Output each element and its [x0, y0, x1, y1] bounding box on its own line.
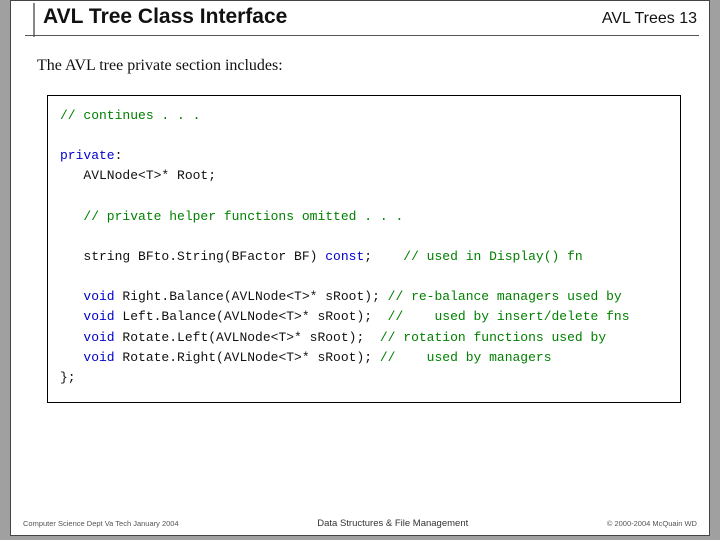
code-comment: // used in Display() fn — [372, 249, 583, 264]
code-comment: // used by managers — [372, 350, 551, 365]
code-comment: // re-balance managers used by — [380, 289, 622, 304]
code-text: ; — [364, 249, 372, 264]
code-text: Rotate.Left(AVLNode<T>* sRoot); — [115, 330, 372, 345]
code-text: Right.Balance(AVLNode<T>* sRoot); — [115, 289, 380, 304]
code-comment: // continues . . . — [60, 108, 200, 123]
code-text: AVLNode<T>* Root; — [60, 168, 216, 183]
code-text: : — [115, 148, 123, 163]
code-comment: // rotation functions used by — [372, 330, 606, 345]
code-keyword: private — [60, 148, 115, 163]
footer-right: © 2000-2004 McQuain WD — [607, 519, 697, 528]
intro-text: The AVL tree private section includes: — [37, 57, 283, 75]
code-keyword: const — [325, 249, 364, 264]
code-keyword: void — [83, 350, 114, 365]
code-text: }; — [60, 370, 76, 385]
slide-container: AVL Tree Class Interface AVL Trees 13 Th… — [0, 0, 720, 540]
footer-left: Computer Science Dept Va Tech January 20… — [23, 519, 179, 528]
code-text: string BFto.String(BFactor BF) — [60, 249, 325, 264]
code-keyword: void — [83, 289, 114, 304]
header-rule — [25, 35, 699, 36]
code-text: Left.Balance(AVLNode<T>* sRoot); — [115, 309, 380, 324]
code-text: Rotate.Right(AVLNode<T>* sRoot); — [115, 350, 372, 365]
code-comment: // used by insert/delete fns — [380, 309, 630, 324]
page: AVL Tree Class Interface AVL Trees 13 Th… — [10, 0, 710, 536]
code-keyword: void — [83, 309, 114, 324]
code-keyword: void — [83, 330, 114, 345]
code-box: // continues . . . private: AVLNode<T>* … — [47, 95, 681, 403]
header: AVL Tree Class Interface AVL Trees 13 — [27, 5, 697, 29]
page-title: AVL Tree Class Interface — [27, 5, 287, 29]
code-comment: // private helper functions omitted . . … — [60, 209, 403, 224]
footer-center: Data Structures & File Management — [317, 518, 468, 529]
footer: Computer Science Dept Va Tech January 20… — [23, 518, 697, 529]
page-number: AVL Trees 13 — [602, 10, 697, 28]
